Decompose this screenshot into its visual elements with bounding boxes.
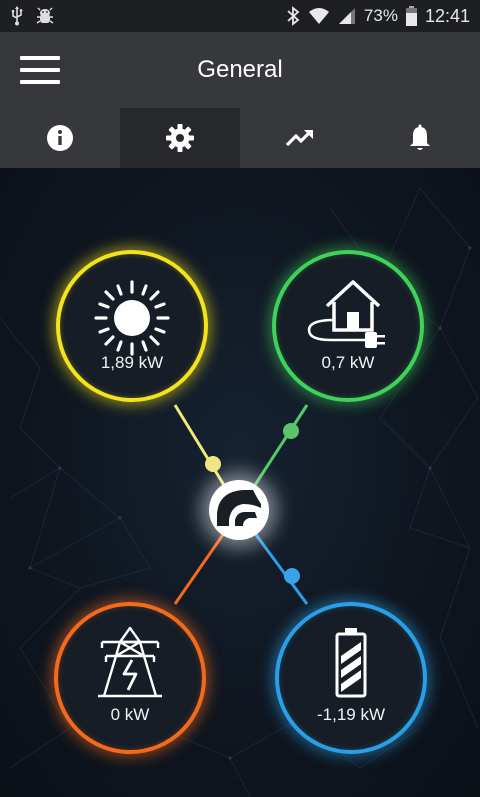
bell-icon	[410, 124, 430, 150]
app-bar: General	[0, 32, 480, 108]
house-plug-icon	[307, 280, 385, 348]
tab-settings[interactable]	[120, 108, 240, 168]
battery-charging-icon	[335, 628, 367, 698]
battery-node[interactable]: -1,19 kW	[275, 602, 427, 754]
android-debug-icon	[36, 6, 54, 26]
usb-icon	[10, 6, 24, 26]
bluetooth-icon	[286, 6, 300, 26]
clock: 12:41	[424, 5, 470, 26]
battery-flow-dot	[284, 568, 300, 584]
solar-flow-dot	[205, 456, 221, 472]
gear-icon	[166, 124, 194, 152]
tab-bar	[0, 108, 480, 168]
house-node[interactable]: 0,7 kW	[272, 250, 424, 402]
battery-value: -1,19 kW	[316, 705, 386, 724]
cell-signal-icon	[338, 7, 356, 25]
solar-value: 1,89 kW	[100, 353, 164, 372]
grid-value: 0 kW	[110, 705, 150, 724]
solar-node[interactable]: 1,89 kW	[56, 250, 208, 402]
tab-statistics[interactable]	[240, 108, 360, 168]
tab-info[interactable]	[0, 108, 120, 168]
grid-node[interactable]: 0 kW	[54, 602, 206, 754]
info-icon	[47, 125, 73, 151]
status-bar: 73% 12:41	[0, 0, 480, 32]
battery-percent: 73%	[363, 6, 398, 25]
inverter-logo-icon	[217, 490, 261, 526]
sun-icon	[94, 280, 170, 356]
inverter-hub[interactable]	[209, 480, 269, 540]
energy-flow-panel: 1,89 kW 0,7 kW 0 kW -1,19 kW	[0, 168, 480, 797]
tab-notifications[interactable]	[360, 108, 480, 168]
page-title: General	[197, 56, 283, 83]
battery-icon	[405, 6, 417, 26]
wifi-icon	[308, 7, 330, 25]
trending-up-icon	[285, 129, 313, 147]
house-flow-dot	[283, 423, 299, 439]
house-value: 0,7 kW	[321, 353, 375, 372]
power-pylon-icon	[98, 626, 162, 698]
